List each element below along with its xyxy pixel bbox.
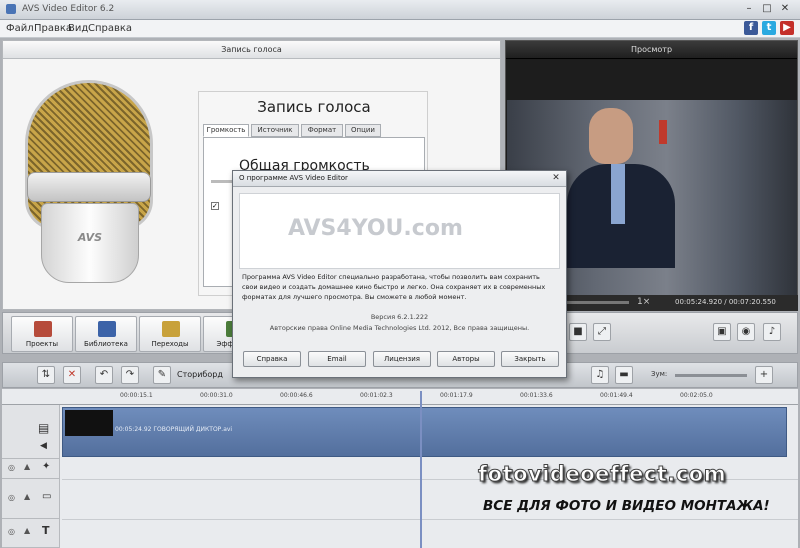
camera-icon[interactable]: ◉ xyxy=(737,323,755,341)
window-title: AVS Video Editor 6.2 xyxy=(22,4,115,14)
license-button[interactable]: Лицензия xyxy=(373,351,431,367)
clip-name: 00:05:24.92 ГОВОРЯЩИЙ ДИКТОР.avi xyxy=(115,426,233,433)
ruler-tick: 00:01:17.9 xyxy=(440,392,473,399)
help-button[interactable]: Справка xyxy=(243,351,301,367)
film-icon[interactable]: ▤ xyxy=(38,421,49,435)
track-divider xyxy=(62,519,798,520)
maximize-icon[interactable]: □ xyxy=(760,2,774,16)
lock-icon[interactable]: ▲ xyxy=(24,492,30,501)
overlay-track-header: ◎ ▲ ▭ xyxy=(2,479,60,519)
youtube-icon[interactable]: ▶ xyxy=(780,21,794,35)
monitor-icon[interactable]: ▬ xyxy=(615,366,633,384)
watermark-tagline: ВСЕ ДЛЯ ФОТО И ВИДЕО МОНТАЖА! xyxy=(483,498,770,514)
projects-button[interactable]: Проекты xyxy=(11,316,73,352)
ruler-tick: 00:00:31.0 xyxy=(200,392,233,399)
ruler-tick: 00:00:15.1 xyxy=(120,392,153,399)
edit-icon[interactable]: ✎ xyxy=(153,366,171,384)
text-icon[interactable]: T xyxy=(42,524,50,537)
undo-icon[interactable]: ↶ xyxy=(95,366,113,384)
record-title: Запись голоса xyxy=(257,98,371,116)
fullscreen-icon[interactable]: ⤢ xyxy=(593,323,611,341)
library-button[interactable]: Библиотека xyxy=(75,316,137,352)
dialog-close-icon[interactable]: ✕ xyxy=(550,173,562,185)
ruler-tick: 00:01:02.3 xyxy=(360,392,393,399)
projects-icon xyxy=(34,321,52,337)
audio-mute-icon[interactable]: ◀ xyxy=(40,441,47,451)
email-button[interactable]: Email xyxy=(308,351,366,367)
overlay-icon[interactable]: ▭ xyxy=(42,491,51,502)
facebook-icon[interactable]: f xyxy=(744,21,758,35)
storyboard-icon[interactable]: ⇅ xyxy=(37,366,55,384)
authors-button[interactable]: Авторы xyxy=(437,351,495,367)
snapshot-icon[interactable]: ▣ xyxy=(713,323,731,341)
ruler-tick: 00:00:46.6 xyxy=(280,392,313,399)
redo-icon[interactable]: ↷ xyxy=(121,366,139,384)
video-clip[interactable]: 00:05:24.92 ГОВОРЯЩИЙ ДИКТОР.avi xyxy=(62,407,787,457)
storyboard-label[interactable]: Сториборд xyxy=(177,370,223,379)
video-track-header: ▤ ◀ xyxy=(2,405,60,459)
stop-icon[interactable]: ■ xyxy=(569,323,587,341)
lock-icon[interactable]: ▲ xyxy=(24,526,30,535)
ruler-tick: 00:01:49.4 xyxy=(600,392,633,399)
timeline-ruler[interactable]: 00:00:15.1 00:00:31.0 00:00:46.6 00:01:02.3… xyxy=(2,389,798,405)
about-dialog: О программе AVS Video Editor ✕ AVS4YOU.c… xyxy=(232,170,567,378)
transitions-icon xyxy=(162,321,180,337)
zoom-label: Зум: xyxy=(651,370,668,378)
copyright-text: Авторские права Online Media Technologie… xyxy=(269,324,530,332)
close-button[interactable]: Закрыть xyxy=(501,351,559,367)
dialog-title: О программе AVS Video Editor xyxy=(233,171,566,187)
panel-header: Запись голоса xyxy=(3,41,500,59)
clip-thumbnail xyxy=(65,410,113,436)
tab-format[interactable]: Формат xyxy=(301,124,343,137)
close-icon[interactable]: ✕ xyxy=(778,2,792,16)
playhead[interactable] xyxy=(420,391,422,548)
extinguisher xyxy=(659,120,667,144)
person-head xyxy=(589,108,633,164)
eye-icon[interactable]: ◎ xyxy=(8,463,15,472)
zoom-in-icon[interactable]: + xyxy=(755,366,773,384)
menu-view[interactable]: Вид xyxy=(68,23,88,34)
watermark-site: fotovideoeffect.com xyxy=(477,462,727,487)
transitions-button[interactable]: Переходы xyxy=(139,316,201,352)
microphone-band xyxy=(27,172,151,202)
library-icon xyxy=(98,321,116,337)
eye-icon[interactable]: ◎ xyxy=(8,527,15,536)
speed-icon[interactable]: 1× xyxy=(637,297,650,307)
avs-logo: AVS4YOU.com xyxy=(288,216,463,241)
about-text: Программа AVS Video Editor специально ра… xyxy=(242,273,546,301)
ruler-tick: 00:02:05.0 xyxy=(680,392,713,399)
speaker-icon[interactable]: ♫ xyxy=(591,366,609,384)
delete-icon[interactable]: ✕ xyxy=(63,366,81,384)
ruler-tick: 00:01:33.6 xyxy=(520,392,553,399)
timecode: 00:05:24.920 / 00:07:20.550 xyxy=(675,298,776,306)
menu-file[interactable]: Файл xyxy=(6,23,34,34)
effect-icon[interactable]: ✦ xyxy=(42,461,50,472)
volume-icon[interactable]: ♪ xyxy=(763,323,781,341)
mute-checkbox[interactable]: ✓ xyxy=(211,202,219,210)
preview-header: Просмотр xyxy=(506,41,797,59)
microphone-logo: AVS xyxy=(77,231,103,244)
tab-options[interactable]: Опции xyxy=(345,124,381,137)
effect-track-header: ◎ ▲ ✦ xyxy=(2,459,60,479)
twitter-icon[interactable]: t xyxy=(762,21,776,35)
menu-edit[interactable]: Правка xyxy=(34,23,72,34)
app-icon xyxy=(6,4,16,14)
person-tie xyxy=(611,164,625,224)
tab-volume[interactable]: Громкость xyxy=(203,124,249,137)
version-text: Версия 6.2.1.222 xyxy=(370,313,429,321)
minimize-icon[interactable]: – xyxy=(742,2,756,16)
menu-help[interactable]: Справка xyxy=(88,23,132,34)
title-bar: AVS Video Editor 6.2 – □ ✕ xyxy=(0,0,800,20)
logo-area: AVS4YOU.com xyxy=(239,193,560,269)
tab-source[interactable]: Источник xyxy=(251,124,299,137)
eye-icon[interactable]: ◎ xyxy=(8,493,15,502)
zoom-slider[interactable] xyxy=(675,374,747,377)
lock-icon[interactable]: ▲ xyxy=(24,462,30,471)
menu-bar: Файл Правка Вид Справка xyxy=(0,20,800,38)
text-track-header: ◎ ▲ T xyxy=(2,519,60,548)
